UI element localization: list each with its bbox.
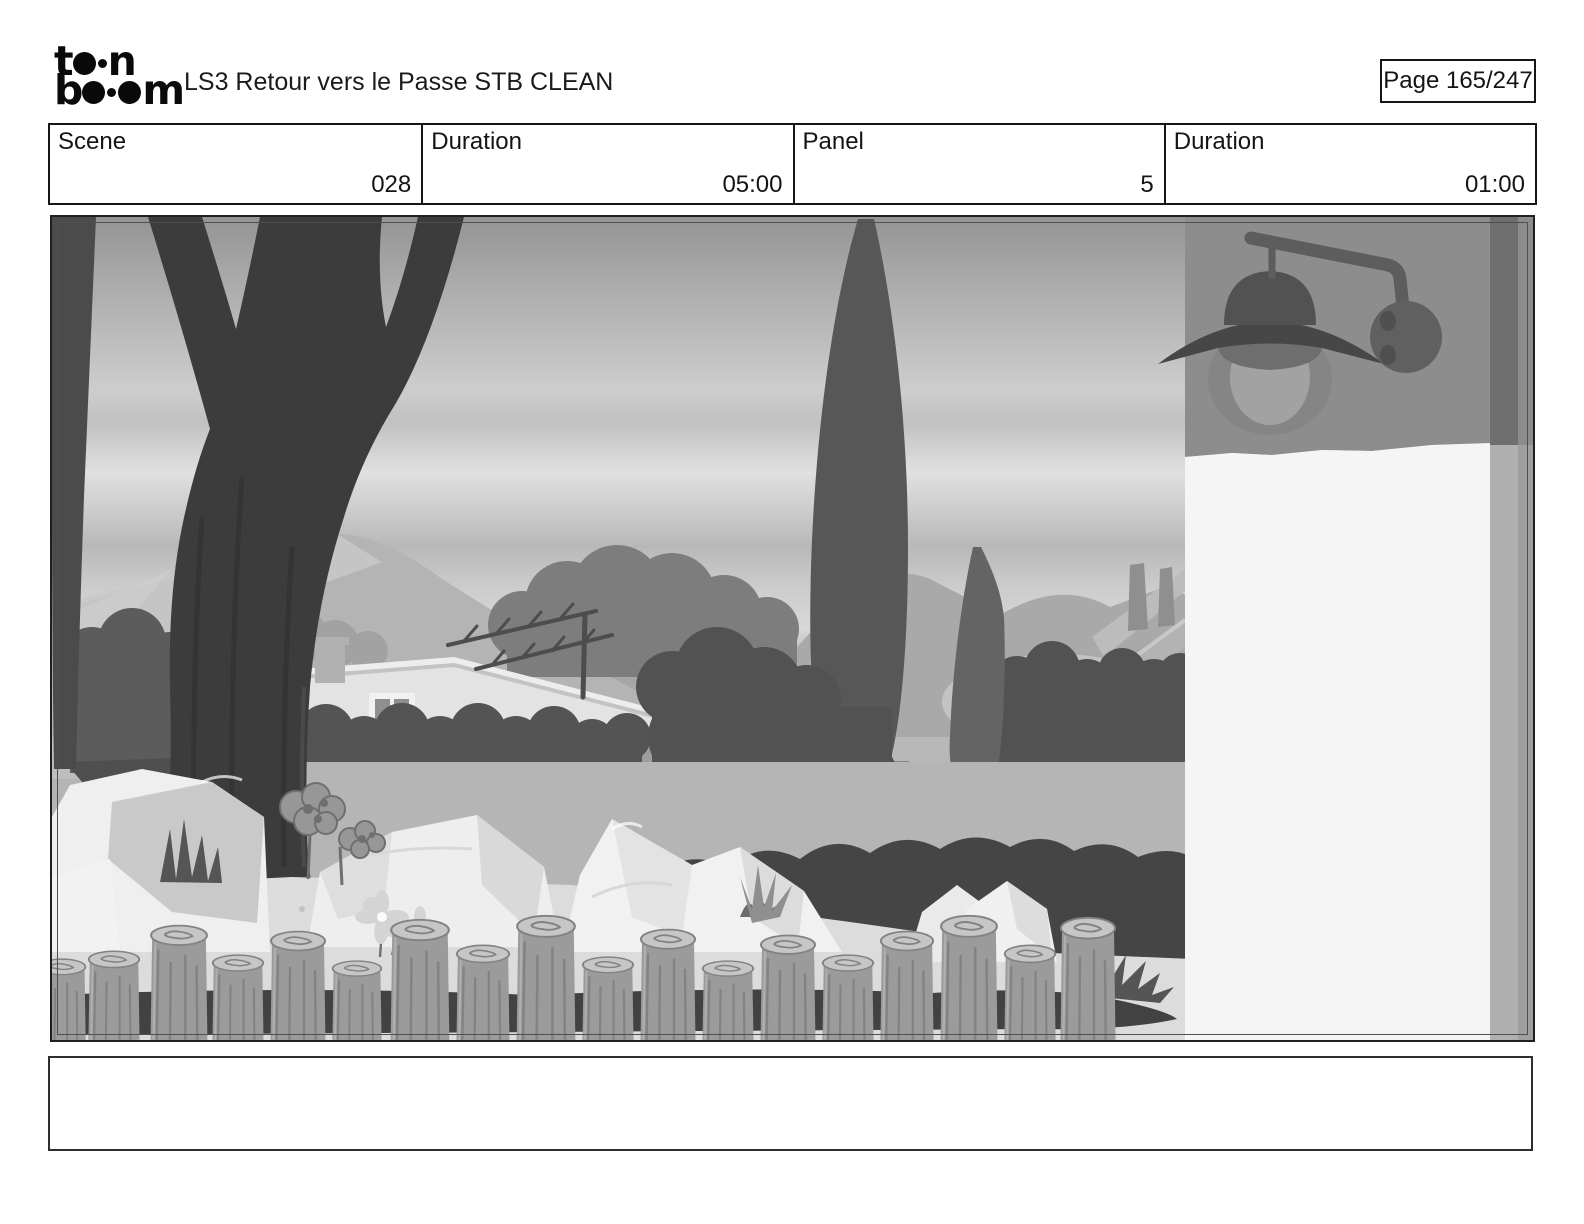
duration-value: 05:00 xyxy=(722,171,783,198)
logo-letter: m xyxy=(142,65,185,114)
page-number-box: Page 165/247 xyxy=(1380,59,1536,103)
wall-edge-strip xyxy=(1490,217,1533,1040)
duration-value: 01:00 xyxy=(1464,171,1525,198)
logo-letter: b xyxy=(54,65,83,114)
panel-duration-cell: Duration 01:00 xyxy=(1163,125,1535,203)
logo-letter: n xyxy=(107,36,137,85)
logo-dot-icon xyxy=(97,58,107,68)
duration-label: Duration xyxy=(431,128,522,155)
logo-dot-icon xyxy=(107,87,117,97)
duration-label: Duration xyxy=(1173,128,1265,155)
storyboard-panel xyxy=(50,215,1535,1042)
info-table: Scene 028 Duration 05:00 Panel 5 Duratio… xyxy=(48,123,1537,205)
project-title: LS3 Retour vers le Passe STB CLEAN xyxy=(184,68,614,96)
scene-cell: Scene 028 xyxy=(50,125,421,203)
scene-value: 028 xyxy=(371,171,412,198)
scene-duration-cell: Duration 05:00 xyxy=(421,125,792,203)
storyboard-page: t n b m LS3 Retour vers le Passe STB CLE… xyxy=(0,0,1584,1224)
logo-disc-icon xyxy=(82,80,106,104)
panel-label: Panel xyxy=(802,128,864,155)
white-wall xyxy=(1185,435,1533,1040)
scene-label: Scene xyxy=(58,128,127,155)
toonboom-logo: t n b m xyxy=(54,40,185,116)
panel-cell: Panel 5 xyxy=(792,125,1164,203)
panel-artwork xyxy=(52,217,1533,1040)
notes-box xyxy=(48,1056,1533,1151)
lamp-mount xyxy=(1370,301,1442,373)
panel-value: 5 xyxy=(1140,171,1154,198)
